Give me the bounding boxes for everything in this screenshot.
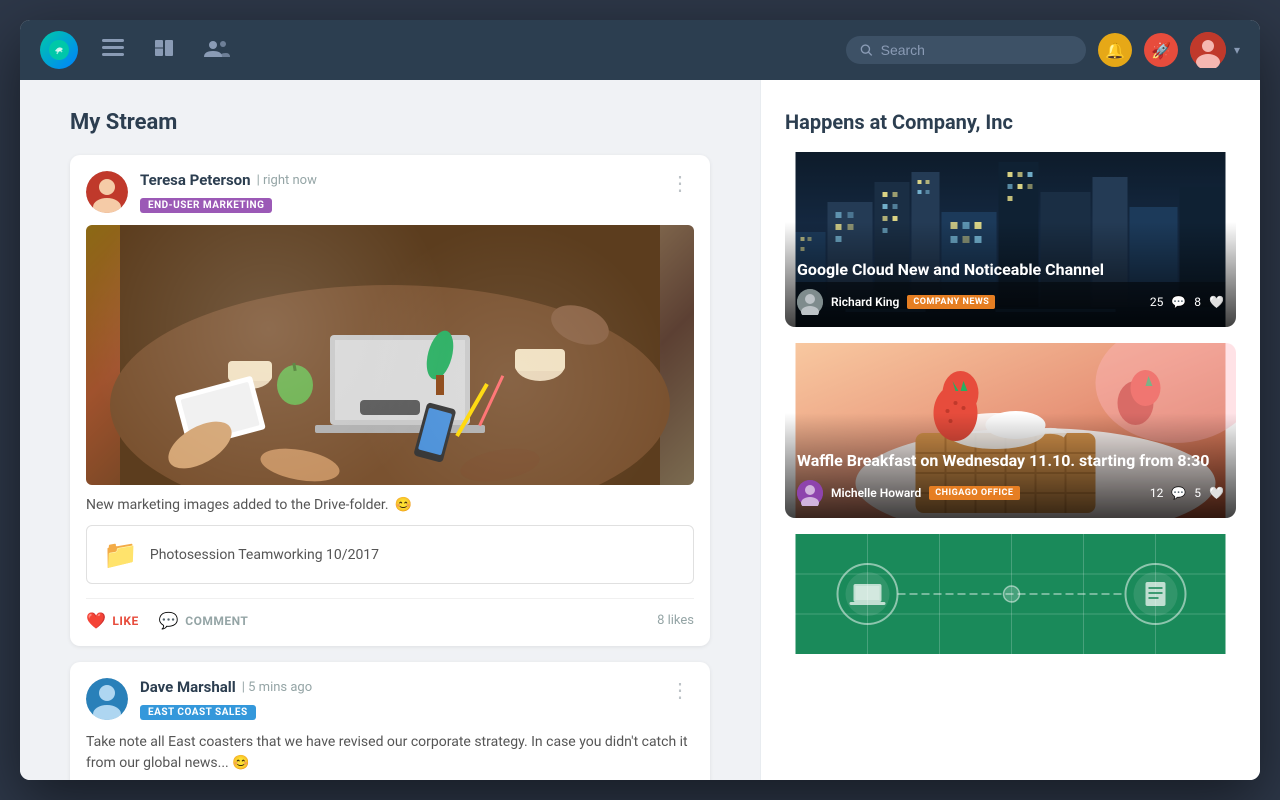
heart-icon-2: 🤍 <box>1209 486 1224 500</box>
post-body-text: Take note all East coasters that we have… <box>86 732 694 774</box>
post-time-2: | 5 mins ago <box>242 680 312 695</box>
news-badge-1: COMPANY NEWS <box>907 295 995 309</box>
post-actions: ❤️ LIKE 💬 COMMENT 8 likes <box>86 598 694 630</box>
rocket-icon: 🚀 <box>1151 41 1171 60</box>
post-menu-button-2[interactable]: ⋮ <box>666 678 694 702</box>
logo[interactable] <box>40 31 78 69</box>
post-author-line-2: Dave Marshall | 5 mins ago <box>140 678 666 696</box>
news-stats-1: 25 💬 8 🤍 <box>1150 295 1224 309</box>
folder-name: Photosession Teamworking 10/2017 <box>150 547 379 563</box>
post-avatar <box>86 171 128 213</box>
news-meta-2: Michelle Howard CHIGAGO OFFICE 12 💬 5 🤍 <box>797 480 1224 506</box>
user-avatar <box>1190 32 1226 68</box>
news-comments-1: 25 <box>1150 295 1164 309</box>
users-nav-icon[interactable] <box>198 32 236 68</box>
search-input[interactable] <box>881 42 1072 58</box>
comment-icon: 💬 <box>159 611 179 630</box>
notification-button[interactable]: 🔔 <box>1098 33 1132 67</box>
post-meta: Teresa Peterson | right now END-USER MAR… <box>140 171 666 213</box>
news-card-2[interactable]: Waffle Breakfast on Wednesday 11.10. sta… <box>785 343 1236 518</box>
comment-icon-2: 💬 <box>1171 486 1186 500</box>
comment-label: COMMENT <box>185 614 248 628</box>
book-nav-icon[interactable] <box>148 32 180 69</box>
sidebar-title: Happens at Company, Inc <box>785 110 1236 134</box>
news-likes-2: 5 <box>1194 486 1201 500</box>
user-menu-chevron: ▾ <box>1234 43 1240 57</box>
likes-count: 8 likes <box>657 613 694 628</box>
folder-attachment[interactable]: 📁 Photosession Teamworking 10/2017 <box>86 525 694 584</box>
news-author-2: Michelle Howard <box>831 486 921 500</box>
news-card-image-3 <box>785 534 1236 654</box>
like-button[interactable]: ❤️ LIKE <box>86 611 139 630</box>
post-author-name: Teresa Peterson <box>140 171 251 189</box>
post-menu-button[interactable]: ⋮ <box>666 171 694 195</box>
post-card-2: Dave Marshall | 5 mins ago EAST COAST SA… <box>70 662 710 780</box>
post-image <box>86 225 694 485</box>
user-menu[interactable]: ▾ <box>1190 32 1240 68</box>
feed-section: My Stream Teresa Peterson | rig <box>20 80 760 780</box>
post-meta-2: Dave Marshall | 5 mins ago EAST COAST SA… <box>140 678 666 720</box>
post-avatar-2 <box>86 678 128 720</box>
post-header: Teresa Peterson | right now END-USER MAR… <box>86 171 694 213</box>
heart-icon: ❤️ <box>86 611 106 630</box>
news-stats-2: 12 💬 5 🤍 <box>1150 486 1224 500</box>
news-title-2: Waffle Breakfast on Wednesday 11.10. sta… <box>797 451 1224 472</box>
news-content-2: Waffle Breakfast on Wednesday 11.10. sta… <box>785 439 1236 518</box>
news-content-1: Google Cloud New and Noticeable Channel … <box>785 248 1236 327</box>
header: 🔔 🚀 ▾ <box>20 20 1260 80</box>
post-author-name-2: Dave Marshall <box>140 678 236 696</box>
search-box[interactable] <box>846 36 1086 64</box>
news-card-3[interactable] <box>785 534 1236 654</box>
comment-button[interactable]: 💬 COMMENT <box>159 611 249 630</box>
post-header-2: Dave Marshall | 5 mins ago EAST COAST SA… <box>86 678 694 720</box>
post-author-line: Teresa Peterson | right now <box>140 171 666 189</box>
notification-icon: 🔔 <box>1105 41 1125 60</box>
like-label: LIKE <box>112 614 138 628</box>
news-title-1: Google Cloud New and Noticeable Channel <box>797 260 1224 281</box>
post-badge-2: EAST COAST SALES <box>140 705 256 720</box>
news-likes-1: 8 <box>1194 295 1201 309</box>
header-right: 🔔 🚀 ▾ <box>846 32 1240 68</box>
rocket-button[interactable]: 🚀 <box>1144 33 1178 67</box>
app-window: 🔔 🚀 ▾ My Stream <box>20 20 1260 780</box>
news-badge-2: CHIGAGO OFFICE <box>929 486 1019 500</box>
news-avatar-2 <box>797 480 823 506</box>
feed-title: My Stream <box>70 110 710 135</box>
header-left <box>40 31 236 69</box>
post-card: Teresa Peterson | right now END-USER MAR… <box>70 155 710 646</box>
main-content: My Stream Teresa Peterson | rig <box>20 80 1260 780</box>
news-avatar-1 <box>797 289 823 315</box>
post-badge: END-USER MARKETING <box>140 198 272 213</box>
heart-icon-1: 🤍 <box>1209 295 1224 309</box>
news-card-1[interactable]: Google Cloud New and Noticeable Channel … <box>785 152 1236 327</box>
news-author-1: Richard King <box>831 295 899 309</box>
news-meta-1: Richard King COMPANY NEWS 25 💬 8 🤍 <box>797 289 1224 315</box>
sidebar-section: Happens at Company, Inc <box>760 80 1260 780</box>
post-time: | right now <box>257 173 317 188</box>
comment-icon-1: 💬 <box>1171 295 1186 309</box>
news-comments-2: 12 <box>1150 486 1164 500</box>
search-icon <box>860 43 873 57</box>
post-text: New marketing images added to the Drive-… <box>86 497 694 513</box>
folder-icon: 📁 <box>103 538 138 571</box>
layers-nav-icon[interactable] <box>96 32 130 68</box>
